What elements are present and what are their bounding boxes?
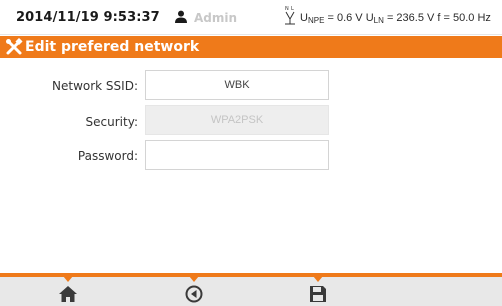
upe-value: = 0.6 V: [327, 12, 363, 24]
home-icon: [59, 286, 77, 302]
username: Admin: [194, 11, 238, 25]
title-bar: Edit prefered network: [0, 36, 502, 58]
password-label: Password:: [77, 149, 138, 163]
back-button[interactable]: [174, 276, 214, 306]
page-title: Edit prefered network: [25, 39, 200, 55]
uln-subscript: LN: [373, 16, 384, 25]
ssid-label: Network SSID:: [52, 79, 138, 93]
bottom-toolbar: [0, 273, 502, 306]
measurements-readout: UNPE = 0.6 V ULN = 236.5 V f = 50.0 Hz: [300, 12, 491, 25]
uln-value: = 236.5 V: [386, 12, 435, 24]
frequency-value: f = 50.0 Hz: [437, 12, 491, 24]
password-field[interactable]: [145, 140, 329, 170]
user-icon: [175, 10, 187, 23]
button-notch: [313, 276, 323, 282]
terminal-connection-icon: N L: [285, 6, 295, 25]
button-notch: [63, 276, 73, 282]
upe-subscript: NPE: [307, 16, 325, 25]
security-field: WPA2PSK: [145, 105, 329, 135]
home-button[interactable]: [48, 276, 88, 306]
back-icon: [185, 285, 203, 303]
svg-text:L: L: [291, 6, 294, 12]
upe-label: U: [300, 12, 308, 24]
button-notch: [189, 276, 199, 282]
save-button[interactable]: [298, 276, 338, 306]
save-icon: [310, 286, 326, 302]
datetime: 2014/11/19 9:53:37: [16, 10, 160, 25]
status-bar: 2014/11/19 9:53:37 Admin N L UNPE = 0.6 …: [0, 0, 502, 35]
ssid-field[interactable]: WBK: [145, 70, 329, 100]
security-label: Security:: [85, 115, 138, 129]
tools-icon: [6, 38, 23, 55]
svg-text:N: N: [285, 6, 289, 12]
uln-label: U: [365, 12, 374, 24]
